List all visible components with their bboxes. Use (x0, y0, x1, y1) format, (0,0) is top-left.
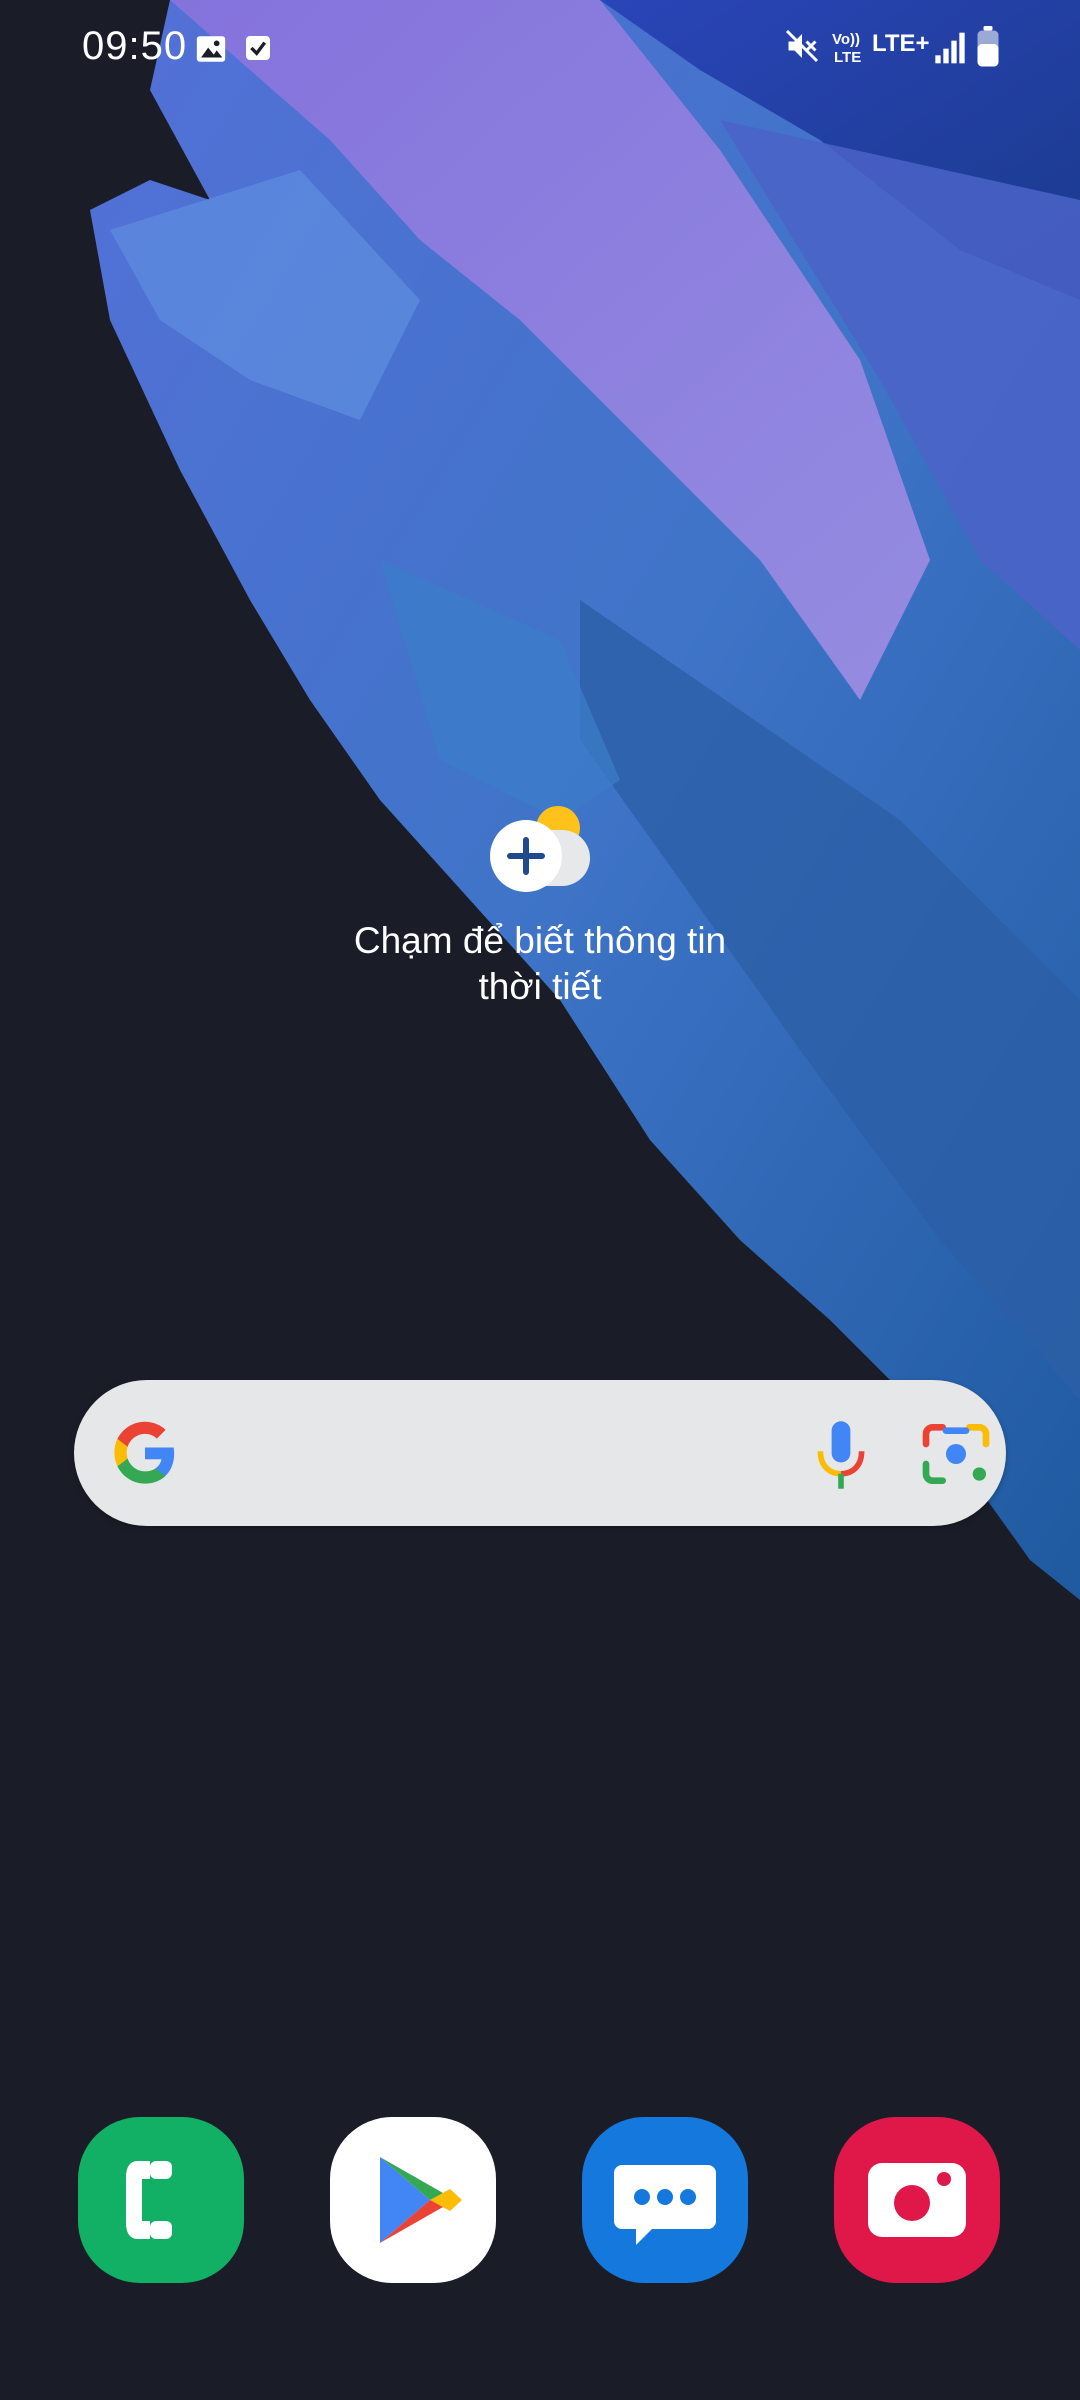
mute-icon (784, 26, 820, 71)
wallpaper (0, 0, 1080, 2400)
messages-icon (614, 2165, 716, 2245)
status-bar: 09:50 Vo)) LTE LTE+ (0, 0, 1080, 100)
check-box-icon (242, 32, 274, 69)
play-store-icon (380, 2157, 462, 2243)
google-search-bar[interactable] (74, 1380, 1006, 1526)
microphone-icon[interactable] (796, 1410, 886, 1500)
phone-app[interactable] (78, 2117, 244, 2283)
weather-text-line2: thời tiết (478, 966, 602, 1007)
play-store-app[interactable] (330, 2117, 496, 2283)
volte-icon: Vo)) LTE (832, 31, 862, 66)
weather-prompt[interactable]: Chạm để biết thông tin thời tiết (310, 918, 770, 1010)
google-g-icon (114, 1421, 175, 1484)
camera-icon (868, 2163, 966, 2237)
weather-text-line1: Chạm để biết thông tin (353, 920, 727, 961)
google-lens-icon[interactable] (916, 1414, 996, 1494)
camera-app[interactable] (834, 2117, 1000, 2283)
lte-icon: LTE+ (872, 30, 930, 57)
status-time: 09:50 (82, 24, 188, 68)
phone-icon (126, 2161, 172, 2239)
messages-app[interactable] (582, 2117, 748, 2283)
weather-widget[interactable]: Chạm để biết thông tin thời tiết (310, 800, 770, 1010)
weather-add-icon[interactable] (480, 800, 600, 900)
image-icon (194, 32, 228, 71)
battery-icon (976, 26, 1000, 73)
signal-icon (934, 26, 966, 71)
